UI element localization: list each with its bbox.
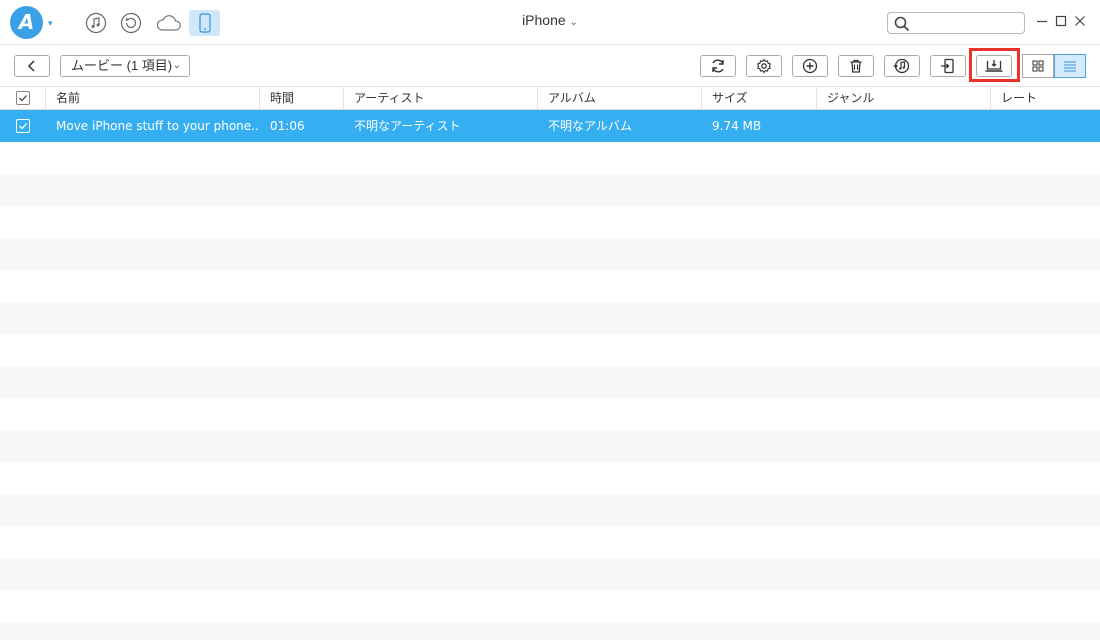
column-header-artist[interactable]: アーティスト — [344, 87, 538, 110]
history-icon[interactable] — [118, 10, 144, 36]
empty-row — [0, 462, 1100, 494]
empty-row — [0, 494, 1100, 526]
title-bar: A ▾ iPhone ⌄ — [0, 0, 1100, 45]
add-button[interactable] — [792, 55, 828, 77]
select-all-checkbox[interactable] — [16, 91, 30, 105]
cell-album: 不明なアルバム — [548, 119, 632, 133]
chevron-down-icon[interactable]: ▾ — [48, 20, 58, 29]
empty-row — [0, 174, 1100, 206]
device-selector[interactable]: iPhone ⌄ — [490, 12, 610, 28]
empty-row — [0, 366, 1100, 398]
app-logo[interactable]: A — [10, 6, 43, 39]
cell-size: 9.74 MB — [712, 119, 762, 133]
to-itunes-icon — [893, 58, 910, 74]
column-header-name[interactable]: 名前 — [46, 87, 260, 110]
to-device-icon — [941, 58, 954, 74]
delete-icon — [850, 59, 862, 73]
list-icon — [1064, 61, 1076, 72]
music-note-icon[interactable] — [83, 10, 109, 36]
empty-row — [0, 142, 1100, 174]
chevron-left-icon — [27, 60, 35, 72]
empty-row — [0, 558, 1100, 590]
empty-row — [0, 206, 1100, 238]
toolbar: ムービー (1 項目) ⌄ — [0, 46, 1100, 86]
empty-row — [0, 430, 1100, 462]
delete-button[interactable] — [838, 55, 874, 77]
add-icon — [802, 58, 818, 74]
phone-icon[interactable] — [189, 10, 220, 36]
category-dropdown[interactable]: ムービー (1 項目) ⌄ — [60, 55, 190, 77]
close-icon[interactable] — [1073, 14, 1087, 28]
empty-row — [0, 302, 1100, 334]
cell-time: 01:06 — [270, 119, 305, 133]
check-icon — [19, 95, 27, 102]
app-logo-letter: A — [18, 10, 35, 34]
column-header-time[interactable]: 時間 — [260, 87, 344, 110]
to-device-button[interactable] — [930, 55, 966, 77]
table-row[interactable]: Move iPhone stuff to your phone... 01:06… — [0, 110, 1100, 142]
settings-button[interactable] — [746, 55, 782, 77]
table-header: 名前 時間 アーティスト アルバム サイズ ジャンル レート — [0, 86, 1100, 110]
settings-icon — [756, 58, 772, 74]
check-icon — [19, 123, 27, 130]
empty-row — [0, 526, 1100, 558]
cell-name: Move iPhone stuff to your phone... — [56, 119, 260, 133]
empty-row — [0, 590, 1100, 622]
category-label: ムービー (1 項目) — [71, 58, 173, 73]
table-body: Move iPhone stuff to your phone... 01:06… — [0, 110, 1100, 640]
row-checkbox[interactable] — [16, 119, 30, 133]
minimize-icon[interactable] — [1035, 14, 1049, 28]
grid-icon — [1032, 60, 1044, 72]
empty-row — [0, 622, 1100, 640]
select-all-cell — [0, 87, 46, 110]
cell-genre — [817, 110, 991, 142]
search-icon — [894, 16, 910, 32]
search-input[interactable] — [887, 12, 1025, 34]
grid-view-button[interactable] — [1022, 54, 1054, 78]
list-view-button[interactable] — [1054, 54, 1086, 78]
chevron-down-icon: ⌄ — [172, 60, 181, 71]
cell-artist: 不明なアーティスト — [354, 119, 461, 133]
empty-row — [0, 238, 1100, 270]
to-itunes-button[interactable] — [884, 55, 920, 77]
cloud-icon[interactable] — [154, 10, 184, 36]
empty-row — [0, 334, 1100, 366]
cell-rate — [991, 110, 1100, 142]
column-header-rate[interactable]: レート — [991, 87, 1100, 110]
back-button[interactable] — [14, 55, 50, 77]
column-header-album[interactable]: アルバム — [538, 87, 702, 110]
empty-row — [0, 398, 1100, 430]
refresh-button[interactable] — [700, 55, 736, 77]
refresh-icon — [712, 59, 724, 73]
column-header-size[interactable]: サイズ — [702, 87, 817, 110]
highlight-box — [969, 48, 1020, 82]
column-header-genre[interactable]: ジャンル — [817, 87, 991, 110]
chevron-down-icon: ⌄ — [569, 17, 578, 28]
empty-row — [0, 270, 1100, 302]
maximize-icon[interactable] — [1054, 14, 1068, 28]
device-title: iPhone — [522, 12, 566, 28]
